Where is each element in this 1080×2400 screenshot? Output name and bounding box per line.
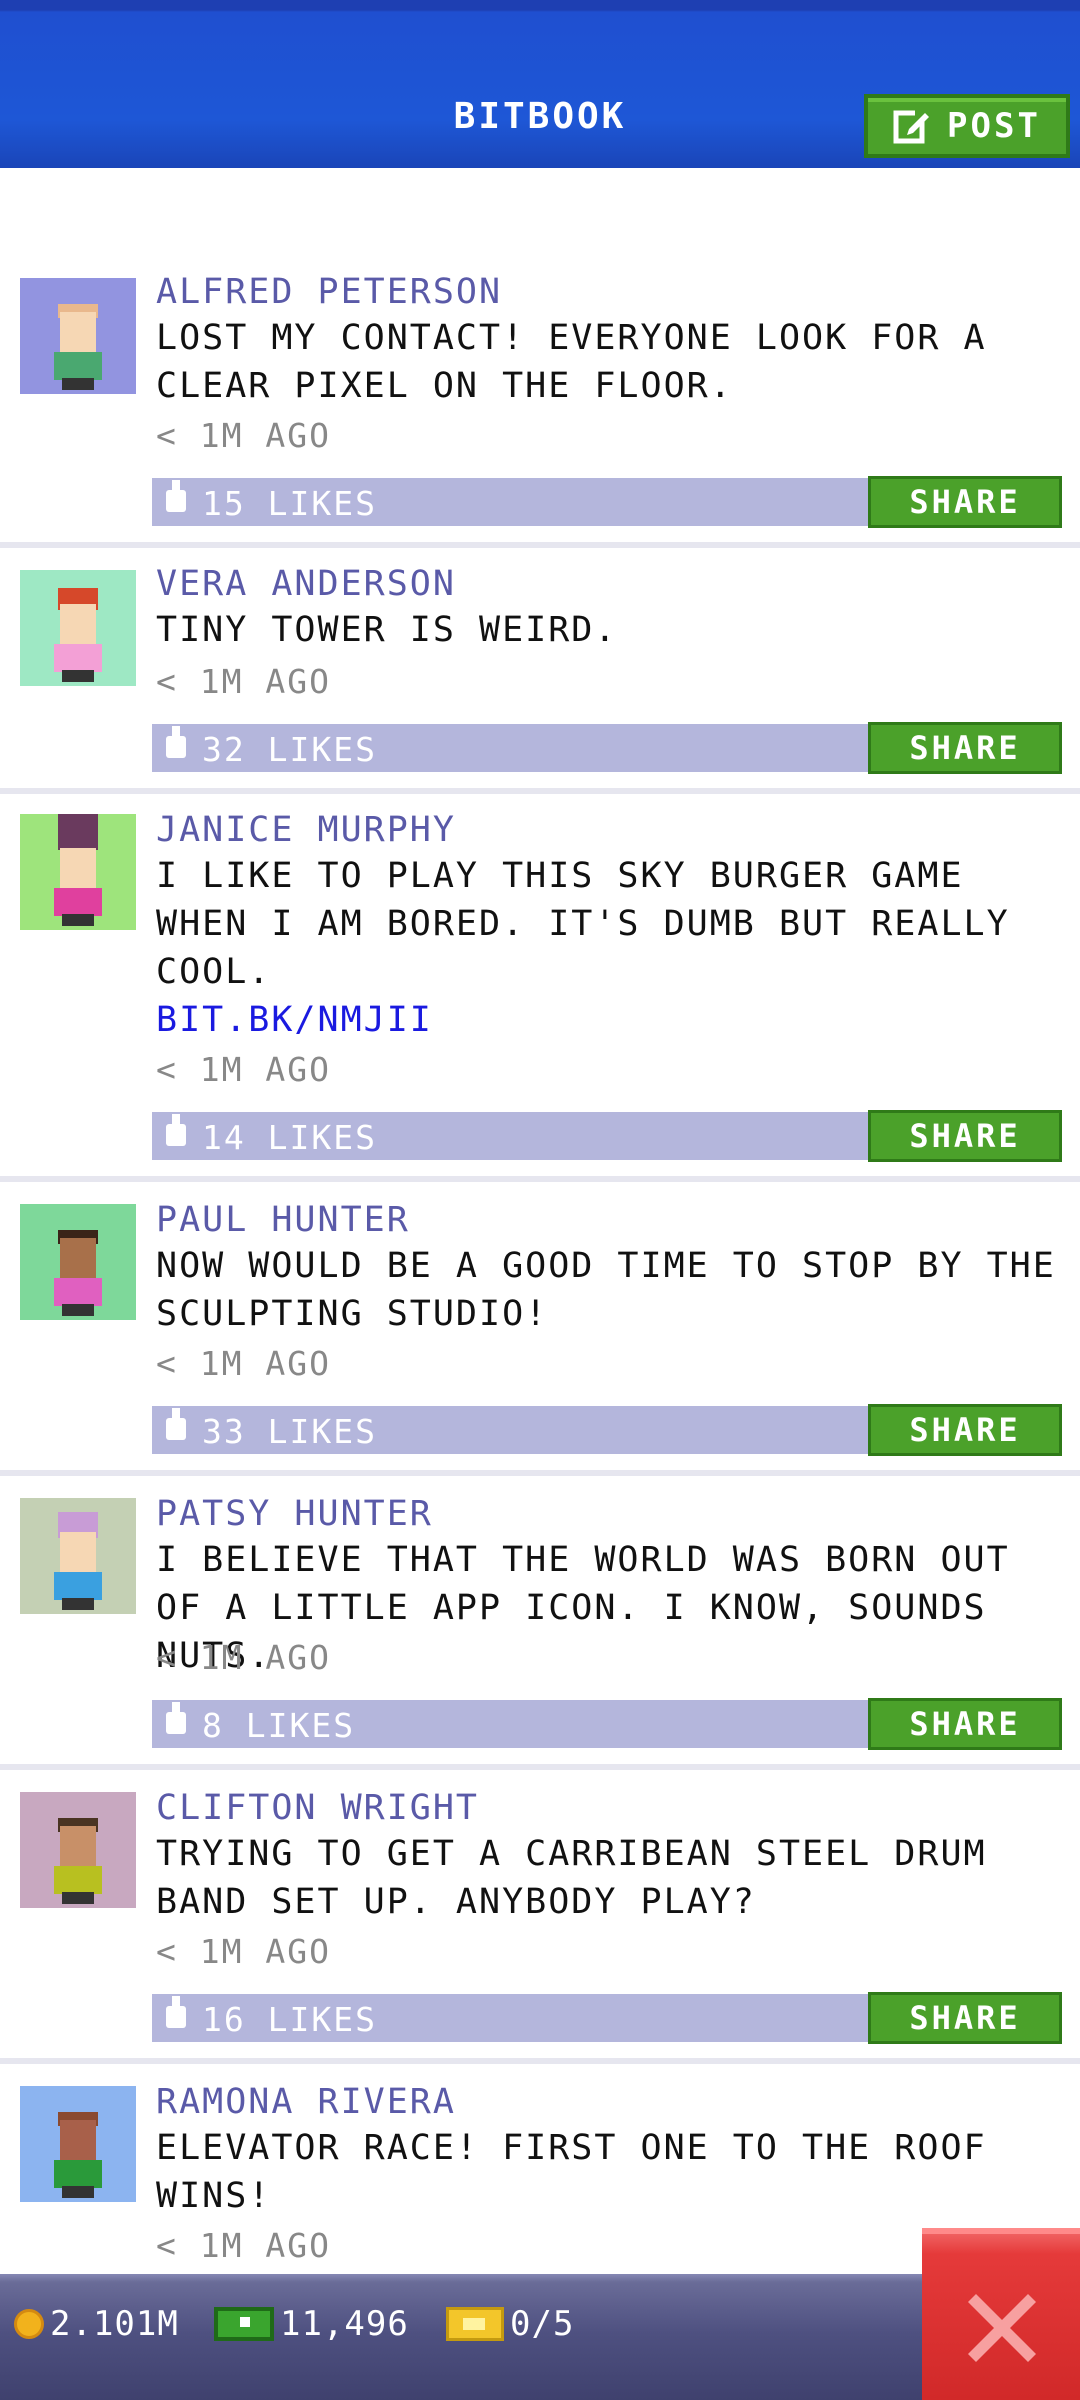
bux-value: 11,496 [280, 2304, 409, 2344]
post-text: TINY TOWER IS WEIRD. [156, 610, 618, 650]
close-icon [968, 2294, 1036, 2362]
divider [0, 1470, 1080, 1476]
likes-count: 15 LIKES [202, 484, 377, 523]
post-link[interactable]: BIT.BK/NMJII [156, 1000, 433, 1040]
post-author[interactable]: PATSY HUNTER [156, 1494, 433, 1534]
close-button[interactable] [922, 2228, 1080, 2400]
likes-count: 32 LIKES [202, 730, 377, 769]
post-author[interactable]: PAUL HUNTER [156, 1200, 410, 1240]
post-time: < 1M AGO [156, 2226, 331, 2265]
likes-bar[interactable]: 33 LIKES SHARE [152, 1404, 1062, 1456]
thumbs-up-icon [166, 480, 186, 512]
avatar [20, 570, 136, 686]
likes-bar[interactable]: 14 LIKES SHARE [152, 1110, 1062, 1162]
likes-bar[interactable]: 15 LIKES SHARE [152, 476, 1062, 528]
post-text: TRYING TO GET A CARRIBEAN STEEL DRUM BAN… [156, 1834, 987, 1922]
post-time: < 1M AGO [156, 1932, 331, 1971]
coin-icon [14, 2309, 44, 2339]
post-time: < 1M AGO [156, 662, 331, 701]
divider [0, 788, 1080, 794]
post-button[interactable]: POST [864, 94, 1070, 158]
likes-count: 8 LIKES [202, 1706, 356, 1745]
post-time: < 1M AGO [156, 1638, 331, 1677]
status-bar: 2.101M 11,496 0/5 [0, 2274, 1080, 2400]
post-text: NOW WOULD BE A GOOD TIME TO STOP BY THE … [156, 1246, 1056, 1334]
share-button[interactable]: SHARE [868, 1404, 1062, 1456]
divider [0, 1176, 1080, 1182]
thumbs-up-icon [166, 1408, 186, 1440]
bux-icon [214, 2307, 274, 2341]
post-time: < 1M AGO [156, 416, 331, 455]
likes-count: 14 LIKES [202, 1118, 377, 1157]
post-author[interactable]: VERA ANDERSON [156, 564, 456, 604]
avatar [20, 1792, 136, 1908]
avatar [20, 2086, 136, 2202]
tickets-stat: 0/5 [446, 2304, 574, 2344]
post-time: < 1M AGO [156, 1050, 331, 1089]
avatar [20, 1498, 136, 1614]
coins-stat: 2.101M [14, 2304, 179, 2344]
compose-icon [893, 109, 930, 144]
likes-bar[interactable]: 32 LIKES SHARE [152, 722, 1062, 774]
likes-count: 33 LIKES [202, 1412, 377, 1451]
likes-count: 16 LIKES [202, 2000, 377, 2039]
avatar [20, 278, 136, 394]
divider [0, 1764, 1080, 1770]
share-button[interactable]: SHARE [868, 1698, 1062, 1750]
post-text: LOST MY CONTACT! EVERYONE LOOK FOR A CLE… [156, 318, 987, 406]
post-time: < 1M AGO [156, 1344, 331, 1383]
likes-bar[interactable]: 8 LIKES SHARE [152, 1698, 1062, 1750]
avatar [20, 1204, 136, 1320]
thumbs-up-icon [166, 1702, 186, 1734]
thumbs-up-icon [166, 1996, 186, 2028]
share-button[interactable]: SHARE [868, 1110, 1062, 1162]
post-text: I LIKE TO PLAY THIS SKY BURGER GAME WHEN… [156, 856, 1010, 992]
coins-value: 2.101M [50, 2304, 179, 2344]
likes-bar[interactable]: 16 LIKES SHARE [152, 1992, 1062, 2044]
avatar [20, 814, 136, 930]
post-author[interactable]: RAMONA RIVERA [156, 2082, 456, 2122]
thumbs-up-icon [166, 1114, 186, 1146]
divider [0, 542, 1080, 548]
ticket-icon [446, 2307, 504, 2341]
divider [0, 2058, 1080, 2064]
share-button[interactable]: SHARE [868, 1992, 1062, 2044]
share-button[interactable]: SHARE [868, 476, 1062, 528]
thumbs-up-icon [166, 726, 186, 758]
post-author[interactable]: JANICE MURPHY [156, 810, 456, 850]
tickets-value: 0/5 [510, 2304, 575, 2344]
post-author[interactable]: CLIFTON WRIGHT [156, 1788, 479, 1828]
bux-stat: 11,496 [214, 2304, 409, 2344]
post-text: ELEVATOR RACE! FIRST ONE TO THE ROOF WIN… [156, 2128, 987, 2216]
post-author[interactable]: ALFRED PETERSON [156, 272, 502, 312]
app-header: BITBOOK POST [0, 0, 1080, 168]
post-button-label: POST [947, 106, 1041, 146]
share-button[interactable]: SHARE [868, 722, 1062, 774]
